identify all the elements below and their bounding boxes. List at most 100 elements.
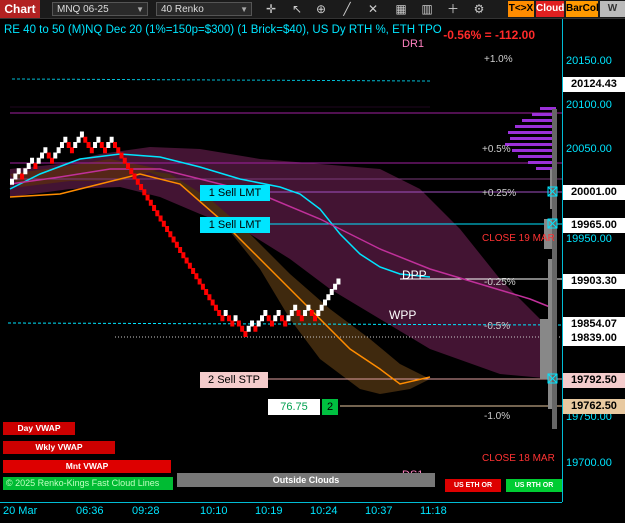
up-brick [26,163,31,169]
dpp-label: DPP [402,268,427,282]
time-label: 10:19 [255,505,283,517]
tx-button[interactable]: T<>X [508,1,534,17]
sell-limit-order-2[interactable]: 1 Sell LMT [200,217,270,233]
down-brick [165,226,170,232]
up-brick [106,142,111,148]
down-brick [126,163,131,169]
position-price[interactable]: 76.75 [268,399,320,415]
chart-tab[interactable]: Chart [0,0,40,18]
down-brick [171,236,176,243]
gear-icon[interactable]: ⚙ [470,1,488,17]
up-brick [109,136,114,143]
up-brick [263,310,268,316]
us-eth-or-button[interactable]: US ETH OR [445,479,501,492]
minus-1-label: -1.0% [484,411,511,422]
copyright-text: © 2025 Renko-Kings Fast Cloud Lines [6,478,160,488]
chart-canvas[interactable] [0,19,562,502]
down-brick [152,205,157,211]
down-brick [158,215,163,222]
plus-05-label: +0.5% [482,144,511,155]
down-brick [168,231,173,238]
text-icon[interactable]: ✕ [364,1,382,17]
down-brick [227,315,232,322]
pointer-icon[interactable]: ↖ [288,1,306,17]
up-brick [73,142,78,148]
up-brick [76,136,81,143]
price-tag: 19965.00 [563,218,625,233]
up-brick [93,142,98,148]
down-brick [181,252,186,259]
price-tag: 19839.00 [563,331,625,346]
time-label: 20 Mar [3,505,38,517]
bar-type-selector[interactable]: 40 Renko ▼ [156,2,252,16]
time-label: 10:10 [200,505,228,517]
price-tag: 19854.07 [563,317,625,332]
plus-icon[interactable]: ＋ [444,1,462,17]
up-brick [293,304,298,311]
sell-stop-order[interactable]: 2 Sell STP [200,372,268,388]
up-brick [316,310,321,316]
down-brick [132,173,137,180]
outside-clouds-bar[interactable]: Outside Clouds [177,473,435,487]
cloud-button[interactable]: Cloud [536,1,564,17]
up-brick [323,299,328,306]
up-brick [256,320,261,327]
up-brick [43,147,48,154]
zoom-icon[interactable]: ⊕ [312,1,330,17]
up-brick [329,289,334,295]
grid-icon[interactable]: ▦ [392,1,410,17]
down-brick [184,257,189,264]
wkly-vwap-button[interactable]: Wkly VWAP [3,441,115,454]
up-brick [306,304,311,311]
down-brick [220,315,225,322]
down-brick [236,320,241,327]
close-18-label: CLOSE 18 MAR [482,453,555,464]
down-brick [174,241,179,248]
down-brick [66,142,71,148]
down-brick [135,178,140,185]
close-19-label: CLOSE 19 MAR [482,233,555,244]
wpp-label: WPP [389,308,417,322]
down-brick [230,320,235,327]
us-rth-or-button[interactable]: US RTH OR [506,479,562,492]
price-tag: 19792.50 [563,373,625,388]
up-brick [36,157,41,164]
up-brick [30,157,35,164]
instrument-selector[interactable]: MNQ 06-25 ▼ [52,2,148,16]
split-icon[interactable]: ▥ [418,1,436,17]
crosshair-icon[interactable]: ✛ [262,1,280,17]
price-tag: 19903.30 [563,274,625,289]
down-brick [46,152,51,159]
position-qty[interactable]: 2 [322,399,338,415]
down-brick [20,173,25,180]
down-brick [200,283,205,290]
up-brick [53,152,58,159]
down-brick [50,157,55,164]
up-brick [246,325,251,332]
down-brick [119,152,124,159]
up-brick [336,278,341,285]
up-brick [273,315,278,322]
up-brick [10,178,14,185]
down-brick [204,289,209,295]
down-brick [116,147,121,154]
up-brick [16,168,21,175]
down-brick [139,184,144,190]
down-brick [187,262,192,269]
down-brick [217,310,222,316]
down-brick [197,278,202,285]
down-brick [113,142,118,148]
wvv-button[interactable]: W VV [600,1,625,30]
minus-05-label: -0.5% [484,321,511,332]
mnt-vwap-button[interactable]: Mnt VWAP [3,460,171,473]
down-brick [269,320,274,327]
up-brick [333,283,338,290]
up-brick [319,304,324,311]
sell-limit-order-1[interactable]: 1 Sell LMT [200,185,270,201]
day-vwap-button[interactable]: Day VWAP [3,422,75,435]
down-brick [83,136,88,143]
barcol-button[interactable]: BarCol [566,1,599,17]
down-brick [243,331,248,337]
draw-line-icon[interactable]: ╱ [338,1,356,17]
bar-type-label: 40 Renko [161,4,204,15]
